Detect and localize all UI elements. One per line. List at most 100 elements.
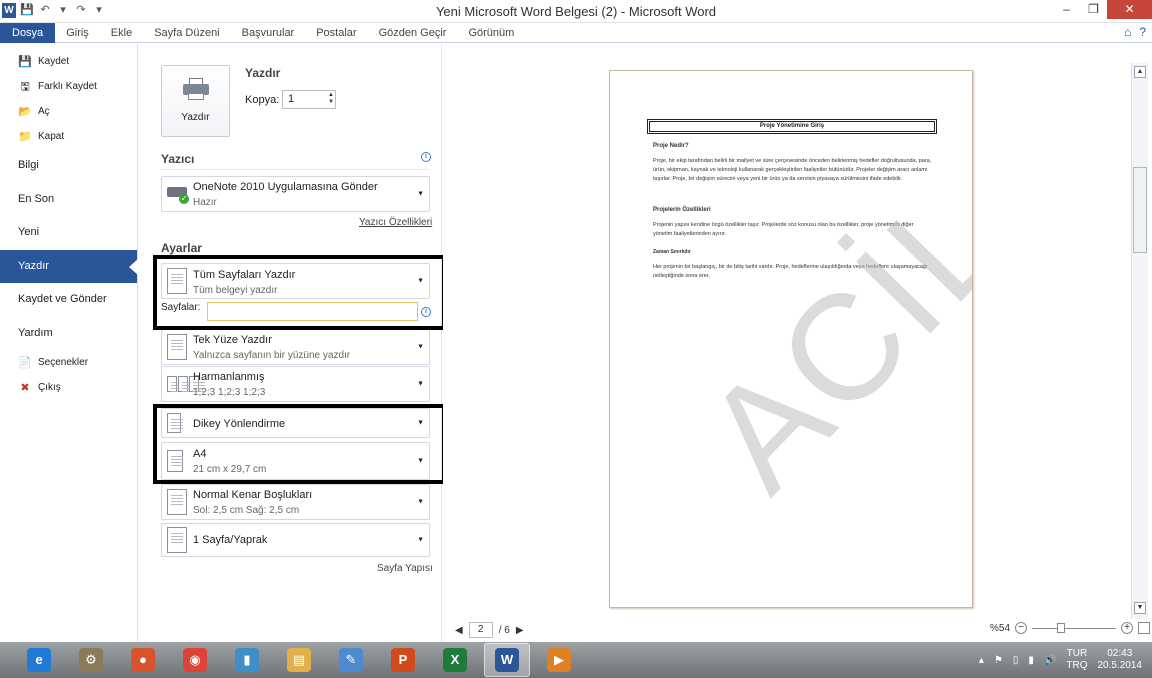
nav-exit[interactable]: ✖ Çıkış [0,375,137,400]
nav-open-label: Aç [38,106,50,117]
sides-title: Tek Yüze Yazdır [193,334,272,346]
zoom-to-page-icon[interactable] [1138,622,1151,634]
taskbar-item-chrome[interactable]: ◉ [172,643,218,677]
nav-save-as[interactable]: 🖫 Farklı Kaydet [0,74,137,99]
taskbar-item-excel[interactable]: X [432,643,478,677]
ie-icon: e [27,648,51,672]
excel-icon: X [443,648,467,672]
language-indicator[interactable]: TUR TRQ [1066,648,1087,672]
copies-label: Kopya: [245,94,280,106]
taskbar-item-explorer[interactable]: ▤ [276,643,322,677]
volume-icon[interactable]: 🔊 [1044,655,1056,666]
taskbar-item-tool[interactable]: ⚙ [68,643,114,677]
collate-title: Harmanlanmış [193,371,265,383]
minimize-button[interactable]: – [1053,0,1080,19]
current-page-input[interactable]: 2 [468,622,493,638]
scroll-down-icon[interactable]: ▼ [1134,602,1146,614]
tab-insert[interactable]: Ekle [100,23,143,43]
clock-date: 20.5.2014 [1097,660,1143,671]
close-button[interactable]: ✕ [1107,0,1152,19]
zoom-slider-knob[interactable] [1057,622,1066,633]
taskbar-item-media[interactable]: ▶ [536,643,582,677]
tool-icon: ⚙ [79,648,103,672]
nav-print[interactable]: Yazdır [0,249,138,283]
tab-page-layout[interactable]: Sayfa Düzeni [143,23,230,43]
nav-close[interactable]: 📁 Kapat [0,124,137,149]
zoom-in-icon[interactable]: + [1121,622,1134,634]
close-folder-icon: 📁 [18,130,32,143]
taskbar-item-paint[interactable]: ● [120,643,166,677]
taskbar-item-ie[interactable]: e [16,643,62,677]
scroll-thumb[interactable] [1133,167,1147,253]
chevron-down-icon: ▼ [417,498,424,506]
taskbar-apps: e ⚙ ● ◉ ▮ ▤ ✎ P X W ▶ [10,643,582,677]
collate-dropdown[interactable]: Harmanlanmış 1;2;3 1;2;3 1;2;3 ▼ [161,366,430,402]
zoom-percent[interactable]: %54 [990,623,1010,634]
pages-per-sheet-dropdown[interactable]: 1 Sayfa/Yaprak ▼ [161,523,430,557]
nav-options[interactable]: 📄 Seçenekler [0,350,137,375]
taskbar-item-word[interactable]: W [484,643,530,677]
zoom-slider[interactable] [1032,622,1117,633]
tab-view[interactable]: Görünüm [457,23,525,43]
nav-save-label: Kaydet [38,56,70,67]
sides-subtitle: Yalnızca sayfanın bir yüzüne yazdır [193,350,351,361]
tab-mailings[interactable]: Postalar [305,23,367,43]
page-navigator: ◀ 2 / 6 ▶ [455,622,524,638]
nav-save-send[interactable]: Kaydet ve Gönder [0,283,137,317]
save-as-icon: 🖫 [20,80,30,93]
nav-open[interactable]: 📂 Aç [0,99,137,124]
tray-arrow-icon[interactable]: ▴ [979,655,984,666]
printer-name: OneNote 2010 Uygulamasına Gönder [193,181,378,193]
doc-heading-1: Proje Nedir? [653,143,689,149]
next-page-icon[interactable]: ▶ [516,625,524,636]
doc-title: Proje Yönetimine Giriş [647,119,937,134]
nav-recent[interactable]: En Son [0,183,137,217]
save-icon: 💾 [18,55,32,68]
title-bar: W 💾 ↶ ▾ ↷ ▾ Yeni Microsoft Word Belgesi … [0,0,1152,23]
scroll-up-icon[interactable]: ▲ [1134,66,1146,78]
prev-page-icon[interactable]: ◀ [455,625,463,636]
taskbar-item-paint2[interactable]: ✎ [328,643,374,677]
copies-stepper[interactable]: 1 ▲ ▼ [282,90,336,109]
paint-icon: ● [131,648,155,672]
page-setup-link[interactable]: Sayfa Yapısı [377,563,433,574]
word-icon: W [495,648,519,672]
minimize-ribbon-icon[interactable]: ⌂ [1124,25,1131,39]
flag-icon[interactable]: ⚑ [994,655,1003,666]
print-panel: Yazdır Yazdır Kopya: 1 ▲ ▼ Yazıcı i ✓ One… [139,44,446,642]
nav-help[interactable]: Yardım [0,317,137,351]
printer-properties-link[interactable]: Yazıcı Özellikleri [359,217,432,228]
nav-exit-label: Çıkış [38,382,61,393]
window-title: Yeni Microsoft Word Belgesi (2) - Micros… [435,4,717,19]
tab-file[interactable]: Dosya [0,22,56,43]
printer-dropdown[interactable]: ✓ OneNote 2010 Uygulamasına Gönder Hazır… [161,176,430,212]
watermark: ACİL [672,153,973,522]
sides-dropdown[interactable]: Tek Yüze Yazdır Yalnızca sayfanın bir yü… [161,329,430,365]
ribbon-tabs: Dosya Giriş Ekle Sayfa Düzeni Başvurular… [0,22,1152,43]
taskbar-item-files[interactable]: ▮ [224,643,270,677]
zoom-out-icon[interactable]: − [1015,622,1028,634]
preview-scrollbar[interactable]: ▲ ▼ [1131,63,1148,619]
print-button[interactable]: Yazdır [161,65,230,137]
battery-icon[interactable]: ▯ [1013,655,1019,666]
pages-per-sheet-title: 1 Sayfa/Yaprak [193,534,268,546]
stepper-arrows-icon[interactable]: ▲ ▼ [328,92,334,106]
nav-info[interactable]: Bilgi [0,149,137,183]
tab-references[interactable]: Başvurular [231,23,306,43]
printer-info-icon[interactable]: i [421,152,431,162]
tab-home[interactable]: Giriş [55,23,100,43]
divider [161,169,429,170]
paint2-icon: ✎ [339,648,363,672]
network-icon[interactable]: ▮ [1028,655,1034,666]
help-icon[interactable]: ? [1139,25,1146,39]
one-sided-icon [167,334,187,360]
taskbar-item-powerpoint[interactable]: P [380,643,426,677]
ribbon-help-area: ⌂ ? [1124,25,1146,39]
tab-review[interactable]: Gözden Geçir [368,23,458,43]
margins-dropdown[interactable]: Normal Kenar Boşlukları Sol: 2,5 cm Sağ:… [161,484,430,520]
clock[interactable]: 02:43 20.5.2014 [1098,648,1143,672]
maximize-button[interactable]: ❐ [1080,0,1107,19]
nav-save[interactable]: 💾 Kaydet [0,49,137,74]
nav-new[interactable]: Yeni [0,216,137,250]
powerpoint-icon: P [391,648,415,672]
